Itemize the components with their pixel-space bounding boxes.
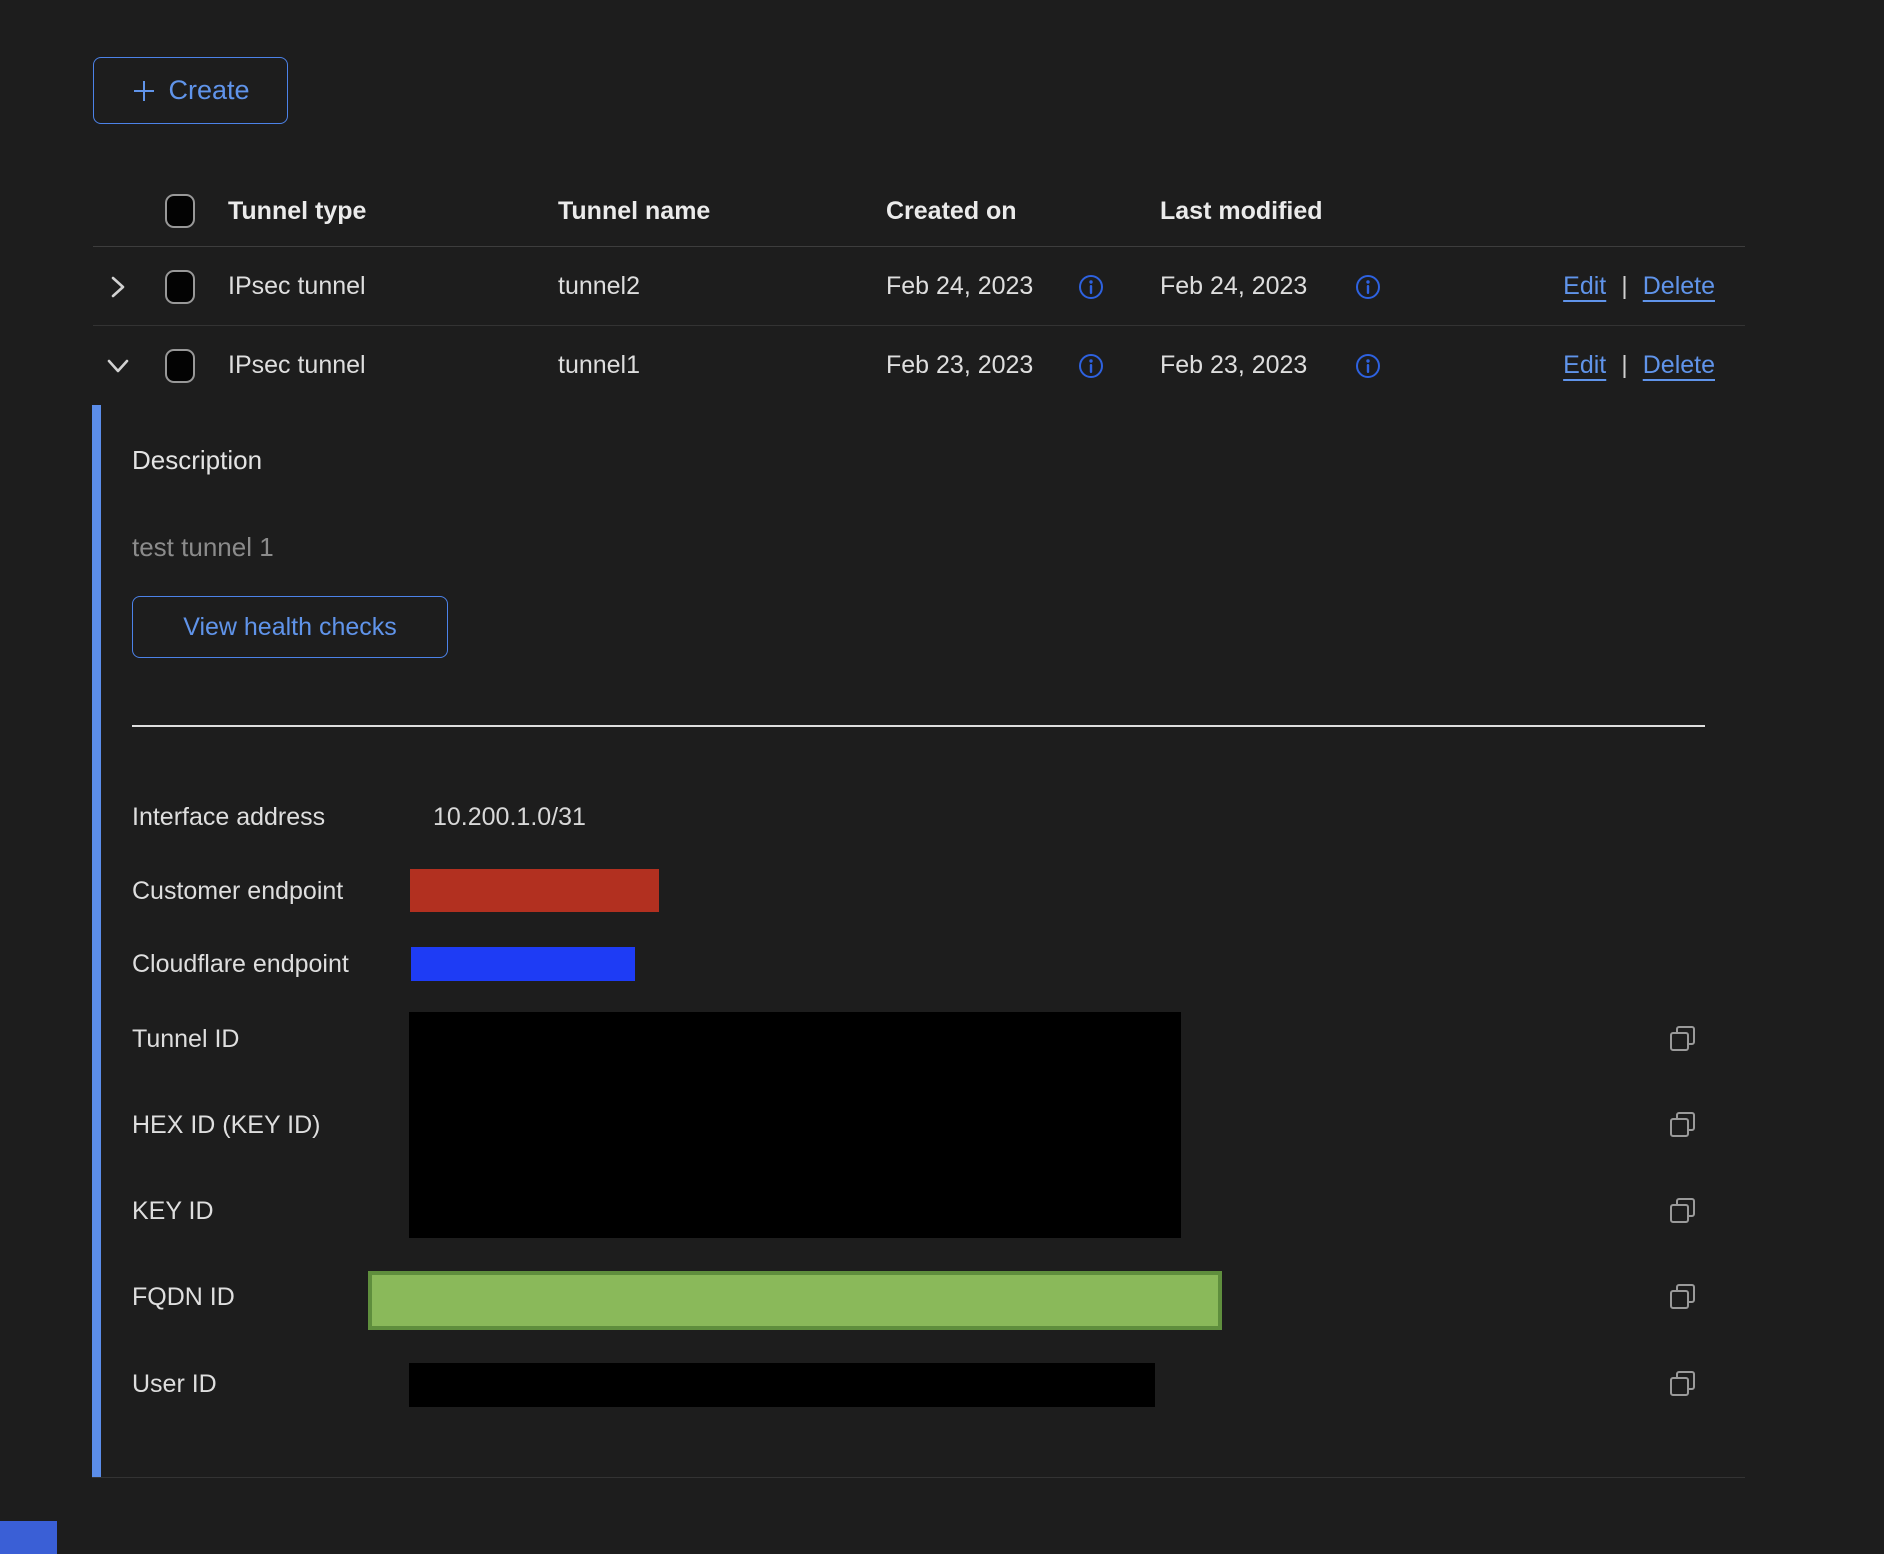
delete-link[interactable]: Delete (1643, 272, 1715, 300)
clipped-bottom-left-element (0, 1521, 57, 1554)
column-header-tunnel-type: Tunnel type (228, 175, 366, 247)
action-separator: | (1621, 351, 1628, 379)
create-button-label: Create (168, 75, 249, 106)
chevron-right-icon (103, 272, 133, 302)
expanded-accent-bar (92, 405, 101, 1477)
description-value: test tunnel 1 (132, 532, 274, 563)
section-divider (132, 725, 1705, 727)
tunnel-name-cell: tunnel2 (558, 247, 640, 326)
last-modified-cell: Feb 23, 2023 (1160, 326, 1307, 405)
tunnels-table: Tunnel type Tunnel name Created on Last … (93, 175, 1745, 406)
tunnel-id-label: Tunnel ID (132, 1024, 239, 1054)
user-id-redacted-value (409, 1363, 1155, 1407)
column-header-tunnel-name: Tunnel name (558, 175, 710, 247)
user-id-label: User ID (132, 1369, 217, 1399)
table-header-row: Tunnel type Tunnel name Created on Last … (93, 175, 1745, 247)
customer-endpoint-redacted-value (410, 869, 659, 912)
cloudflare-endpoint-label: Cloudflare endpoint (132, 949, 349, 979)
description-label: Description (132, 445, 262, 476)
ids-redacted-value-block (409, 1012, 1181, 1238)
create-button[interactable]: Create (93, 57, 288, 124)
interface-address-value: 10.200.1.0/31 (433, 802, 586, 832)
hex-id-label: HEX ID (KEY ID) (132, 1110, 320, 1140)
row-checkbox[interactable] (165, 349, 195, 383)
copy-icon[interactable] (1668, 1369, 1698, 1399)
edit-link[interactable]: Edit (1563, 272, 1606, 300)
delete-link[interactable]: Delete (1643, 351, 1715, 379)
fqdn-id-redacted-value (368, 1271, 1222, 1330)
last-modified-cell: Feb 24, 2023 (1160, 247, 1307, 326)
edit-link[interactable]: Edit (1563, 351, 1606, 379)
copy-icon[interactable] (1668, 1110, 1698, 1140)
view-health-checks-button[interactable]: View health checks (132, 596, 448, 658)
expanded-detail-panel: Description test tunnel 1 View health ch… (92, 405, 1745, 1478)
select-all-checkbox[interactable] (165, 194, 195, 228)
chevron-down-icon (103, 351, 133, 381)
tunnel-name-cell: tunnel1 (558, 326, 640, 405)
column-header-created-on: Created on (886, 175, 1017, 247)
table-row: IPsec tunnel tunnel2 Feb 24, 2023 Feb 24… (93, 247, 1745, 326)
interface-address-label: Interface address (132, 802, 325, 832)
row-checkbox[interactable] (165, 270, 195, 304)
row-actions: Edit | Delete (1563, 247, 1715, 326)
created-on-cell: Feb 23, 2023 (886, 326, 1033, 405)
table-row: IPsec tunnel tunnel1 Feb 23, 2023 Feb 23… (93, 326, 1745, 406)
info-icon[interactable] (1355, 274, 1381, 300)
tunnels-page: Create Tunnel type Tunnel name Created o… (0, 0, 1884, 1554)
copy-icon[interactable] (1668, 1282, 1698, 1312)
row-actions: Edit | Delete (1563, 326, 1715, 405)
view-health-checks-label: View health checks (183, 613, 397, 642)
key-id-label: KEY ID (132, 1196, 214, 1226)
collapse-row-button[interactable] (103, 351, 133, 381)
fqdn-id-label: FQDN ID (132, 1282, 235, 1312)
created-on-cell: Feb 24, 2023 (886, 247, 1033, 326)
info-icon[interactable] (1078, 353, 1104, 379)
copy-icon[interactable] (1668, 1024, 1698, 1054)
column-header-last-modified: Last modified (1160, 175, 1323, 247)
tunnel-type-cell: IPsec tunnel (228, 247, 366, 326)
tunnel-type-cell: IPsec tunnel (228, 326, 366, 405)
info-icon[interactable] (1078, 274, 1104, 300)
copy-icon[interactable] (1668, 1196, 1698, 1226)
cloudflare-endpoint-redacted-value (411, 947, 635, 981)
customer-endpoint-label: Customer endpoint (132, 876, 343, 906)
info-icon[interactable] (1355, 353, 1381, 379)
plus-icon (131, 78, 157, 104)
expand-row-button[interactable] (103, 272, 133, 302)
action-separator: | (1621, 272, 1628, 300)
